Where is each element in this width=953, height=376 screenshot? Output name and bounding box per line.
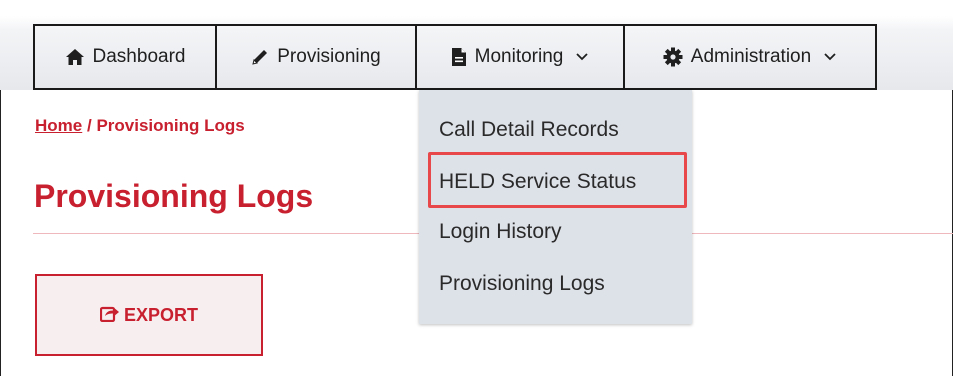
- pencil-icon: [251, 48, 269, 66]
- chevron-down-icon: [575, 52, 589, 62]
- export-button[interactable]: EXPORT: [35, 274, 263, 356]
- nav-dashboard[interactable]: Dashboard: [33, 24, 217, 90]
- monitoring-dropdown-menu: Call Detail Records HELD Service Status …: [419, 90, 692, 324]
- page-title: Provisioning Logs: [34, 178, 314, 214]
- menu-item-held-service-status[interactable]: HELD Service Status: [439, 170, 636, 194]
- nav-monitoring-label: Monitoring: [474, 46, 564, 67]
- top-nav: Dashboard Provisioning Monitoring Admini…: [0, 0, 953, 90]
- menu-item-call-detail-records[interactable]: Call Detail Records: [439, 118, 619, 142]
- nav-dashboard-label: Dashboard: [92, 46, 186, 67]
- breadcrumb-current: Provisioning Logs: [96, 116, 245, 135]
- breadcrumb-home-link[interactable]: Home: [35, 116, 82, 135]
- menu-item-login-history[interactable]: Login History: [439, 220, 562, 244]
- document-icon: [451, 47, 467, 67]
- nav-provisioning[interactable]: Provisioning: [215, 24, 417, 90]
- menu-item-provisioning-logs[interactable]: Provisioning Logs: [439, 272, 605, 296]
- chevron-down-icon: [823, 52, 837, 62]
- gear-icon: [663, 47, 683, 67]
- breadcrumb: Home / Provisioning Logs: [35, 116, 245, 136]
- export-button-label: EXPORT: [123, 304, 198, 325]
- nav-provisioning-label: Provisioning: [277, 46, 381, 67]
- nav-monitoring[interactable]: Monitoring: [415, 24, 625, 90]
- home-icon: [65, 48, 85, 66]
- nav-administration[interactable]: Administration: [623, 24, 877, 90]
- nav-administration-label: Administration: [690, 46, 812, 67]
- breadcrumb-separator: /: [86, 116, 92, 135]
- share-icon: [99, 304, 120, 327]
